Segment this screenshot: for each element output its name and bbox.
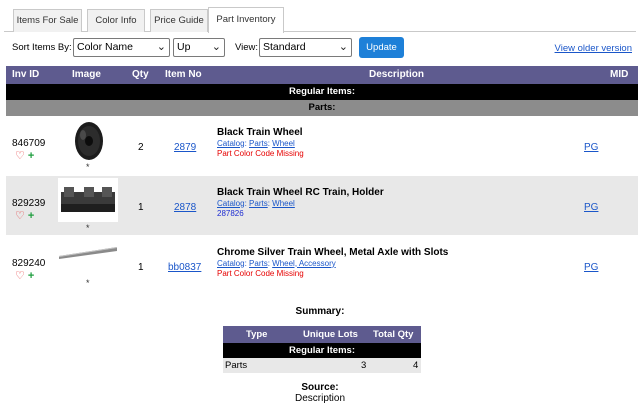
catalog-path: Catalog: Parts: Wheel <box>217 138 295 148</box>
sort-by-select[interactable]: Color Name ⌄ <box>73 38 170 57</box>
summary-col-total-qty: Total Qty <box>373 329 414 340</box>
inv-id: 829240 <box>12 258 46 269</box>
table-header: Inv ID Image Qty Item No Description MID <box>6 66 638 84</box>
sort-order-select[interactable]: Up ⌄ <box>173 38 225 57</box>
catalog-path: Catalog: Parts: Wheel, Accessory <box>217 258 336 268</box>
chevron-down-icon: ⌄ <box>338 41 348 53</box>
source-label: Source: <box>301 382 339 393</box>
summary-header: Type Unique Lots Total Qty <box>223 326 421 343</box>
summary-table: Type Unique Lots Total Qty Regular Items… <box>223 326 421 373</box>
item-no-link[interactable]: bb0837 <box>168 262 201 273</box>
row-actions: ♡ + <box>15 149 34 162</box>
item-no-link[interactable]: 2879 <box>174 142 196 153</box>
item-title: Chrome Silver Train Wheel, Metal Axle wi… <box>217 247 449 258</box>
qty: 1 <box>138 202 144 213</box>
image-star: * <box>86 278 90 288</box>
view-value: Standard <box>263 41 306 53</box>
part-image[interactable] <box>58 244 118 260</box>
col-mid: MID <box>610 69 629 80</box>
col-image: Image <box>72 69 101 80</box>
item-note: 287826 <box>217 209 244 218</box>
sort-label: Sort Items By: <box>12 42 72 53</box>
item-note: Part Color Code Missing <box>217 149 304 158</box>
summary-unique-lots: 3 <box>361 360 367 371</box>
view-select[interactable]: Standard ⌄ <box>259 38 352 57</box>
description: Chrome Silver Train Wheel, Metal Axle wi… <box>217 247 449 280</box>
qty: 1 <box>138 262 144 273</box>
summary-title: Summary: <box>295 306 345 317</box>
catalog-path: Catalog: Parts: Wheel <box>217 198 295 208</box>
group-band: Regular Items: <box>6 84 638 100</box>
summary-group-band: Regular Items: <box>223 343 421 358</box>
image-star: * <box>86 223 90 233</box>
sort-by-value: Color Name <box>77 41 134 53</box>
image-star: * <box>86 162 90 172</box>
summary-row: Parts 3 4 <box>223 358 421 373</box>
tab-items-for-sale[interactable]: Items For Sale <box>13 9 82 32</box>
heart-icon[interactable]: ♡ <box>15 270 25 282</box>
col-qty: Qty <box>132 69 149 80</box>
catalog-parts-link[interactable]: Parts <box>249 139 268 148</box>
summary-type: Parts <box>225 360 248 371</box>
price-guide-link[interactable]: PG <box>584 202 598 213</box>
plus-icon[interactable]: + <box>28 270 34 282</box>
col-inv-id: Inv ID <box>12 69 40 80</box>
catalog-sub-link[interactable]: Wheel, Accessory <box>272 259 336 268</box>
sort-order-value: Up <box>177 41 191 53</box>
catalog-link[interactable]: Catalog <box>217 199 245 208</box>
item-note: Part Color Code Missing <box>217 269 304 278</box>
tab-color-info[interactable]: Color Info <box>87 9 145 32</box>
inventory-table: Inv ID Image Qty Item No Description MID… <box>6 66 638 296</box>
heart-icon[interactable]: ♡ <box>15 210 25 222</box>
description: Black Train Wheel Catalog: Parts: Wheel … <box>217 127 304 160</box>
source-value: Description <box>294 393 346 404</box>
summary-total-qty: 4 <box>413 360 419 371</box>
catalog-parts-link[interactable]: Parts <box>249 259 268 268</box>
table-row: 846709 ♡ + * 2 2879 Black Train Wheel Cat… <box>6 116 638 176</box>
view-older-version-link[interactable]: View older version <box>555 43 632 54</box>
chevron-down-icon: ⌄ <box>211 41 221 53</box>
row-actions: ♡ + <box>15 269 34 282</box>
plus-icon[interactable]: + <box>28 210 34 222</box>
summary-col-type: Type <box>246 329 268 340</box>
col-item-no: Item No <box>165 69 202 80</box>
view-label: View: <box>235 42 259 53</box>
col-description: Description <box>369 69 425 80</box>
part-image[interactable] <box>58 178 118 222</box>
section-band: Parts: <box>6 100 638 116</box>
sort-controls: Sort Items By: Color Name ⌄ Up ⌄ View: S… <box>0 36 640 60</box>
item-no-link[interactable]: 2878 <box>174 202 196 213</box>
catalog-sub-link[interactable]: Wheel <box>272 139 295 148</box>
heart-icon[interactable]: ♡ <box>15 150 25 162</box>
price-guide-link[interactable]: PG <box>584 262 598 273</box>
inv-id: 846709 <box>12 138 46 149</box>
table-row: 829239 ♡ + * 1 2878 Black Train Wheel RC … <box>6 176 638 236</box>
source-block: Source: Description <box>0 382 640 404</box>
catalog-link[interactable]: Catalog <box>217 259 245 268</box>
item-title: Black Train Wheel <box>217 127 303 138</box>
inv-id: 829239 <box>12 198 46 209</box>
price-guide-link[interactable]: PG <box>584 142 598 153</box>
catalog-sub-link[interactable]: Wheel <box>272 199 295 208</box>
catalog-link[interactable]: Catalog <box>217 139 245 148</box>
tab-price-guide[interactable]: Price Guide <box>150 9 208 32</box>
table-row: 829240 ♡ + * 1 bb0837 Chrome Silver Train… <box>6 236 638 296</box>
part-image[interactable] <box>72 120 106 162</box>
row-actions: ♡ + <box>15 209 34 222</box>
plus-icon[interactable]: + <box>28 150 34 162</box>
catalog-parts-link[interactable]: Parts <box>249 199 268 208</box>
tab-part-inventory[interactable]: Part Inventory <box>208 7 284 33</box>
item-title: Black Train Wheel RC Train, Holder <box>217 187 384 198</box>
tab-bar: Items For Sale Color Info Price Guide Pa… <box>4 7 636 33</box>
description: Black Train Wheel RC Train, Holder Catal… <box>217 187 384 220</box>
chevron-down-icon: ⌄ <box>156 41 166 53</box>
update-button[interactable]: Update <box>359 37 404 58</box>
summary-col-unique-lots: Unique Lots <box>303 329 358 340</box>
qty: 2 <box>138 142 144 153</box>
